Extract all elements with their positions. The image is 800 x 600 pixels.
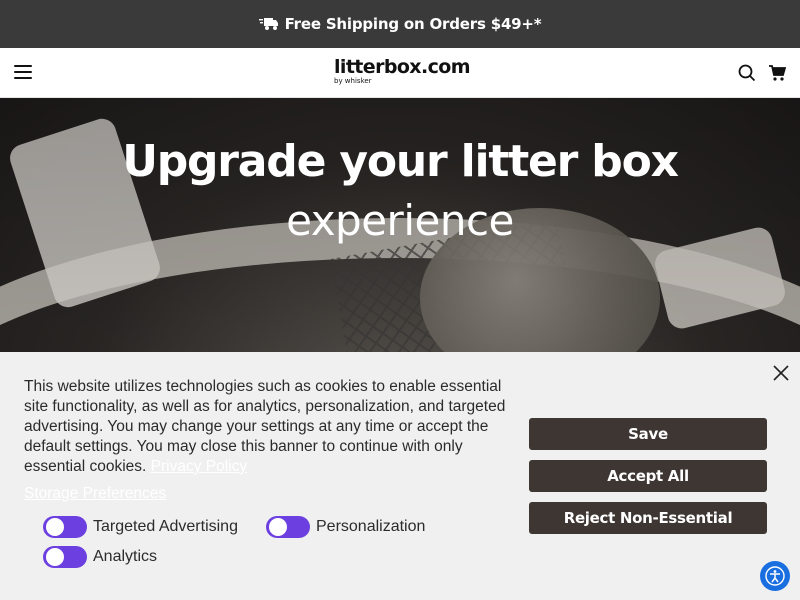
toggle-targeted-advertising: Targeted Advertising bbox=[43, 516, 238, 538]
save-button[interactable]: Save bbox=[529, 418, 767, 450]
toggle-label: Targeted Advertising bbox=[93, 518, 238, 535]
accessibility-icon[interactable] bbox=[760, 561, 790, 591]
personalization-toggle[interactable] bbox=[266, 516, 310, 538]
cookie-banner: This website utilizes technologies such … bbox=[0, 352, 800, 600]
close-icon[interactable] bbox=[772, 364, 790, 382]
announcement-text: Free Shipping on Orders $49+* bbox=[284, 15, 542, 33]
privacy-policy-link[interactable]: Privacy Policy bbox=[151, 458, 247, 475]
logo-text: litterbox.com bbox=[334, 56, 470, 78]
announcement-bar: Free Shipping on Orders $49+* bbox=[0, 0, 800, 48]
hero-banner: Upgrade your litter box experience bbox=[0, 98, 800, 352]
hero-subtitle: experience bbox=[286, 196, 514, 245]
toggle-label: Analytics bbox=[93, 548, 158, 565]
accept-all-button[interactable]: Accept All bbox=[529, 460, 767, 492]
hamburger-menu-icon[interactable] bbox=[14, 65, 32, 79]
cookie-message: This website utilizes technologies such … bbox=[24, 378, 506, 475]
hero-title: Upgrade your litter box bbox=[122, 136, 679, 187]
accessibility-icon bbox=[765, 566, 785, 586]
toggle-label: Personalization bbox=[316, 518, 426, 535]
toggle-analytics: Analytics bbox=[43, 546, 157, 568]
cart-icon[interactable] bbox=[768, 64, 786, 82]
search-icon[interactable] bbox=[738, 64, 756, 82]
toggle-personalization: Personalization bbox=[266, 516, 425, 538]
targeted-advertising-toggle[interactable] bbox=[43, 516, 87, 538]
analytics-toggle[interactable] bbox=[43, 546, 87, 568]
storage-preferences-link[interactable]: Storage Preferences bbox=[24, 485, 166, 503]
reject-non-essential-button[interactable]: Reject Non-Essential bbox=[529, 502, 767, 534]
site-logo[interactable]: litterbox.com by whisker bbox=[334, 56, 470, 90]
logo-subtext: by whisker bbox=[334, 77, 372, 85]
truck-icon bbox=[258, 18, 278, 30]
site-header: litterbox.com by whisker bbox=[0, 48, 800, 98]
